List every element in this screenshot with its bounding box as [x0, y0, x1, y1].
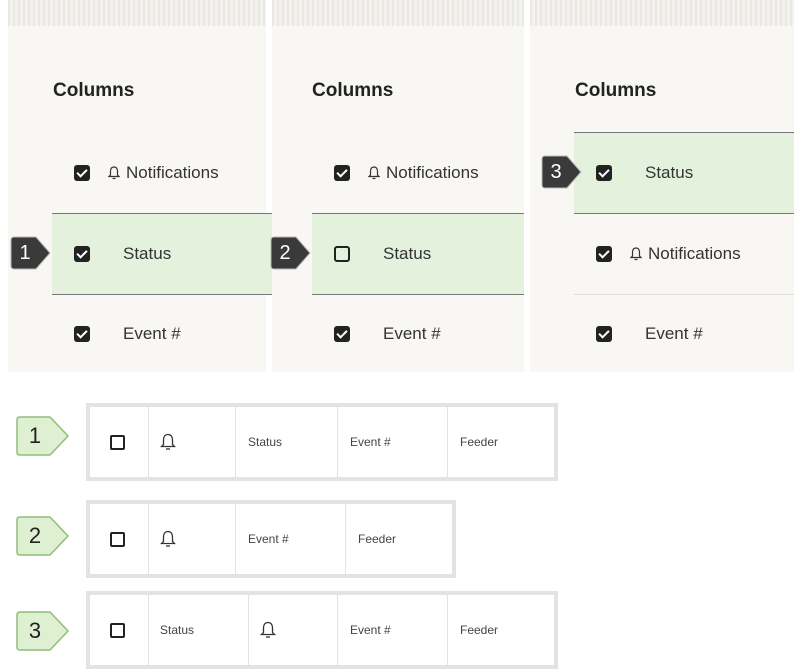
column-header-status[interactable]: Status: [160, 595, 194, 665]
callout-badge-1: 1: [10, 235, 52, 271]
checkbox-checked[interactable]: [74, 326, 90, 342]
column-header-event[interactable]: Event #: [350, 595, 391, 665]
column-header-event[interactable]: Event #: [350, 407, 391, 477]
row-label: Notifications: [386, 163, 479, 182]
bell-icon: [160, 433, 176, 450]
column-header-feeder[interactable]: Feeder: [460, 407, 498, 477]
bell-icon: [368, 166, 380, 180]
row-label: Status: [645, 163, 694, 182]
column-row-status[interactable]: Status: [52, 213, 272, 295]
columns-panel-1: Columns Notifications Status Event #: [8, 0, 272, 372]
row-label: Notifications: [126, 163, 219, 182]
table-header-result-3: Status Event # Feeder: [86, 591, 558, 669]
column-header-feeder[interactable]: Feeder: [358, 504, 396, 574]
select-all-checkbox[interactable]: [110, 434, 125, 450]
bell-icon: [260, 621, 276, 638]
panel-title: Columns: [312, 80, 394, 101]
checkbox-checked[interactable]: [74, 246, 90, 262]
row-label: Status: [123, 244, 172, 263]
callout-number: 2: [28, 523, 42, 548]
select-all-checkbox[interactable]: [110, 531, 125, 547]
bell-icon: [160, 530, 176, 547]
result-callout-2: 2: [14, 514, 72, 558]
panel-title: Columns: [575, 80, 657, 101]
panel-title: Columns: [53, 80, 135, 101]
row-label: Notifications: [648, 244, 741, 263]
column-header-event[interactable]: Event #: [248, 504, 289, 574]
row-label: Event #: [123, 324, 181, 343]
column-row-notifications[interactable]: Notifications: [312, 133, 530, 213]
row-label: Event #: [383, 324, 441, 343]
table-header-result-2: Event # Feeder: [86, 500, 456, 578]
row-label: Status: [383, 244, 432, 263]
result-callout-3: 3: [14, 609, 72, 653]
bell-icon: [108, 166, 120, 180]
checkbox-checked[interactable]: [74, 165, 90, 181]
checkbox-unchecked[interactable]: [334, 246, 350, 262]
column-header-status[interactable]: Status: [248, 407, 282, 477]
result-callout-1: 1: [14, 414, 72, 458]
columns-panel-2: Columns Notifications Status Event #: [272, 0, 530, 372]
table-header-result-1: Status Event # Feeder: [86, 403, 558, 481]
column-row-status[interactable]: Status: [574, 132, 794, 214]
callout-badge-3: 3: [541, 154, 583, 190]
callout-number: 1: [19, 241, 31, 264]
column-row-event[interactable]: Event #: [52, 294, 272, 372]
column-row-status[interactable]: Status: [312, 213, 524, 295]
callout-number: 3: [28, 618, 42, 643]
callout-badge-2: 2: [270, 235, 312, 271]
checkbox-checked[interactable]: [596, 246, 612, 262]
checkbox-checked[interactable]: [334, 165, 350, 181]
callout-number: 3: [550, 160, 562, 183]
select-all-checkbox[interactable]: [110, 622, 125, 638]
checkbox-checked[interactable]: [596, 165, 612, 181]
column-header-feeder[interactable]: Feeder: [460, 595, 498, 665]
column-row-event[interactable]: Event #: [574, 294, 794, 372]
checkbox-checked[interactable]: [334, 326, 350, 342]
row-label: Event #: [645, 324, 703, 343]
panel-texture: [530, 0, 794, 26]
checkbox-checked[interactable]: [596, 326, 612, 342]
column-row-event[interactable]: Event #: [312, 294, 530, 372]
column-row-notifications[interactable]: Notifications: [574, 214, 794, 295]
panel-texture: [272, 0, 530, 26]
panel-texture: [8, 0, 272, 26]
callout-number: 1: [28, 423, 42, 448]
bell-icon: [630, 247, 642, 261]
column-row-notifications[interactable]: Notifications: [52, 133, 272, 213]
callout-number: 2: [279, 241, 291, 264]
